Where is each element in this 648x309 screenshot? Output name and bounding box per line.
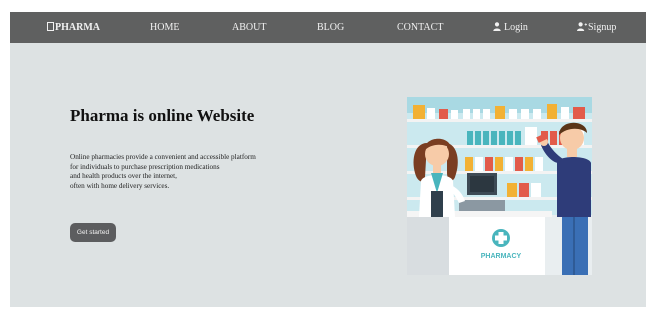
nav-blog-link[interactable]: BLOG <box>317 12 344 43</box>
get-started-button[interactable]: Get started <box>70 223 116 242</box>
user-icon <box>493 22 501 31</box>
pharmacy-logo-icon <box>47 22 54 31</box>
hero-title: Pharma is online Website <box>70 106 255 125</box>
signup-label: Signup <box>588 22 617 33</box>
hero-description: Online pharmacies provide a convenient a… <box>70 153 256 191</box>
nav-about-link[interactable]: ABOUT <box>232 12 266 43</box>
nav-login-link[interactable]: Login <box>493 12 528 43</box>
nav-contact-link[interactable]: CONTACT <box>397 12 443 43</box>
hero-description-line-3: and health products over the internet, <box>70 172 177 180</box>
user-plus-icon <box>577 22 587 31</box>
nav-home-link[interactable]: HOME <box>150 12 179 43</box>
hero-description-line-2: for individuals to purchase prescription… <box>70 162 220 171</box>
brand-logo-link[interactable]: PHARMA <box>47 12 100 43</box>
brand-name: PHARMA <box>55 22 100 33</box>
top-navbar: PHARMA HOME ABOUT BLOG CONTACT Login Sig… <box>10 12 646 43</box>
hero-description-line-1: Online pharmacies provide a convenient a… <box>70 153 256 161</box>
pharmacy-sign-text: PHARMACY <box>481 253 522 260</box>
nav-signup-link[interactable]: Signup <box>577 12 616 43</box>
login-label: Login <box>504 22 528 33</box>
hero-description-line-4: often with home delivery services. <box>70 181 170 190</box>
page-frame: PHARMA HOME ABOUT BLOG CONTACT Login Sig… <box>10 12 646 307</box>
pharmacy-illustration: PHARMACY <box>407 97 592 275</box>
